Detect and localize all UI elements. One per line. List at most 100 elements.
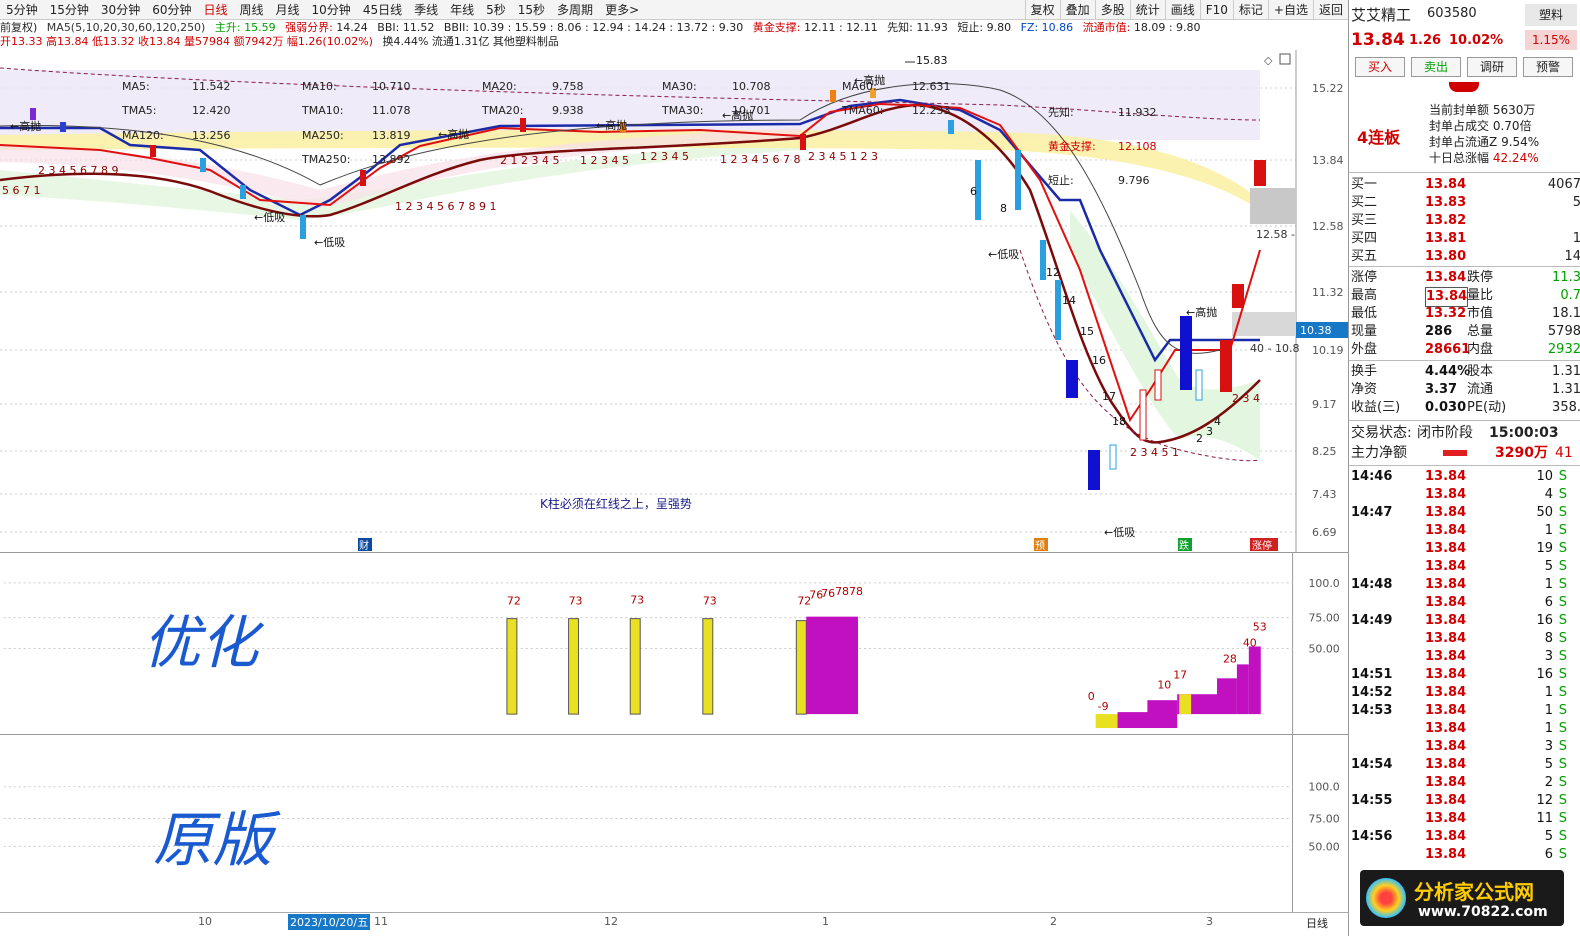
tick-row: 13.84 3 S (1425, 739, 1567, 754)
svg-text:2 3 4 5 6 7 8 9: 2 3 4 5 6 7 8 9 (38, 164, 118, 177)
kline-chart[interactable]: MA5: 11.542 MA10: 10.710 MA20: 9.758 MA3… (0, 50, 1348, 552)
indicator-panel-original[interactable]: 100.0 75.00 50.00 原版 (0, 734, 1348, 912)
zs-value: 15.59 (244, 21, 276, 34)
gaopao-mark-6: ←高抛 (1186, 305, 1217, 319)
svg-text:2: 2 (1196, 432, 1203, 445)
alert-button[interactable]: 预警 (1523, 57, 1573, 77)
period-quarter[interactable]: 季线 (408, 1, 444, 18)
bbi-value: BBI: 11.52 (377, 21, 435, 34)
tool-overlay[interactable]: 叠加 (1059, 0, 1095, 20)
tool-stats[interactable]: 统计 (1129, 0, 1165, 20)
ohlc-text: 开13.33 高13.84 低13.32 收13.84 量57984 额7942… (0, 35, 373, 48)
period-daily[interactable]: 日线 (197, 1, 233, 18)
svg-text:4: 4 (1214, 415, 1221, 428)
tool-fuquan[interactable]: 复权 (1024, 0, 1060, 20)
yellow-bars (506, 618, 807, 715)
tool-multistock[interactable]: 多股 (1094, 0, 1130, 20)
svg-text:2 3 4 5 1: 2 3 4 5 1 (1130, 446, 1179, 459)
hj-value: 12.11 : 12.11 (803, 21, 878, 34)
period-60min[interactable]: 60分钟 (146, 1, 197, 18)
seq-values: : 15.59 : 8.06 : 12.94 : 14.24 : 13.72 :… (507, 21, 744, 34)
tick-row: 13.84 11 S (1425, 811, 1567, 826)
research-button[interactable]: 调研 (1467, 57, 1517, 77)
period-monthly[interactable]: 月线 (270, 1, 306, 18)
tick-row: 14:51 13.84 16 S (1351, 667, 1567, 682)
event-mark-fall: 跌 (1179, 539, 1189, 552)
chart-note: K柱必须在红线之上，呈强势 (540, 496, 692, 511)
current-price-text: 10.38 (1300, 324, 1332, 337)
tick-row: 13.84 2 S (1425, 775, 1567, 790)
diamond-icon[interactable]: ◇ (1264, 54, 1273, 67)
logo-url: www.70822.com (1418, 904, 1548, 920)
sector-tag[interactable]: 塑料 (1525, 4, 1577, 26)
tool-back[interactable]: 返回 (1312, 0, 1348, 20)
svg-text:17: 17 (1102, 390, 1116, 403)
ma5-value: 11.542 (192, 80, 231, 93)
svg-text:40: 40 (1243, 636, 1257, 649)
tick-row: 14:46 13.84 10 S (1351, 469, 1567, 484)
period-30min[interactable]: 30分钟 (95, 1, 146, 18)
indicator-panel-optimized[interactable]: 100.0 75.00 50.00 72 73 73 73 72 76 76 7… (0, 552, 1348, 734)
svg-text:14: 14 (1062, 294, 1076, 307)
bbii-value: BBII: 10.39 (443, 21, 505, 34)
window-icon[interactable] (1279, 53, 1291, 65)
tick-row: 14:56 13.84 5 S (1351, 829, 1567, 844)
fz-value: FZ: 10.86 (1020, 21, 1074, 34)
period-5min[interactable]: 5分钟 (0, 1, 44, 18)
svg-text:73: 73 (630, 594, 644, 607)
date-oct: 10 (198, 915, 212, 928)
tick-row: 14:49 13.84 16 S (1351, 613, 1567, 628)
sell-button[interactable]: 卖出 (1411, 57, 1461, 77)
gaopao-mark-3: ←高抛 (596, 118, 627, 132)
svg-text:6.69: 6.69 (1312, 526, 1337, 539)
lt-label: 流通市值: (1082, 21, 1131, 34)
svg-text:72: 72 (507, 595, 521, 608)
period-weekly[interactable]: 周线 (234, 1, 270, 18)
svg-text:76: 76 (821, 587, 835, 600)
qr-value: 14.24 (336, 21, 368, 34)
ma10-label: MA10: (302, 80, 337, 93)
tool-draw[interactable]: 画线 (1164, 0, 1200, 20)
stat-row: 最高 13.84 量比 0.7 (1349, 287, 1580, 307)
low-axis: 100.0 75.00 50.00 (1308, 781, 1339, 854)
period-45day[interactable]: 45日线 (357, 1, 408, 18)
period-year[interactable]: 年线 (444, 1, 480, 18)
period-5sec[interactable]: 5秒 (480, 1, 512, 18)
date-feb: 2 (1050, 915, 1057, 928)
svg-text:8: 8 (1000, 202, 1007, 215)
period-10min[interactable]: 10分钟 (306, 1, 357, 18)
dixi-mark-2: ←低吸 (314, 236, 345, 249)
period-15min[interactable]: 15分钟 (44, 1, 95, 18)
tma30-label: TMA30: (661, 104, 703, 117)
period-more[interactable]: 更多> (599, 1, 645, 18)
svg-text:2 3 4 5 1 2 3: 2 3 4 5 1 2 3 (808, 150, 878, 163)
stock-change-pct: 10.02% (1449, 33, 1504, 48)
tma250-label: TMA250: (301, 153, 350, 166)
collapse-chevron-icon[interactable] (1449, 82, 1479, 92)
gaopao-mark-2: ←高抛 (438, 127, 469, 141)
magenta-bars (806, 616, 1261, 729)
svg-text:18: 18 (1112, 415, 1126, 428)
period-15sec[interactable]: 15秒 (512, 1, 551, 18)
svg-text:6: 6 (970, 185, 977, 198)
period-multi[interactable]: 多周期 (551, 1, 599, 18)
period-label[interactable]: 日线 (1306, 915, 1328, 931)
logo-text: 分析家公式网 (1414, 880, 1534, 904)
svg-text:78: 78 (849, 585, 863, 598)
price-axis: 15.22 13.84 12.58 11.32 10.19 9.17 8.25 … (1312, 82, 1344, 539)
handwriting-optimized: 优化 (143, 608, 265, 676)
tick-row: 13.84 5 S (1425, 559, 1567, 574)
svg-text:53: 53 (1253, 621, 1267, 634)
svg-text:1 2 3 4 5 6 7 8 9 1: 1 2 3 4 5 6 7 8 9 1 (395, 200, 496, 213)
svg-text:12.58: 12.58 (1312, 220, 1344, 233)
tma60-label: TMA60: (841, 104, 883, 117)
tool-mark[interactable]: 标记 (1232, 0, 1268, 20)
buy-button[interactable]: 买入 (1355, 57, 1405, 77)
tool-add-watch[interactable]: +自选 (1267, 0, 1313, 20)
svg-text:2 1 2 3 4 5: 2 1 2 3 4 5 (500, 154, 559, 167)
tool-f10[interactable]: F10 (1199, 0, 1233, 20)
stat-row: 外盘 28661 内盘 2932 (1351, 342, 1580, 357)
ma-params[interactable]: MA5(5,10,20,30,60,120,250) (47, 21, 206, 34)
date-nov: 11 (374, 915, 388, 928)
svg-text:10: 10 (1157, 678, 1171, 691)
